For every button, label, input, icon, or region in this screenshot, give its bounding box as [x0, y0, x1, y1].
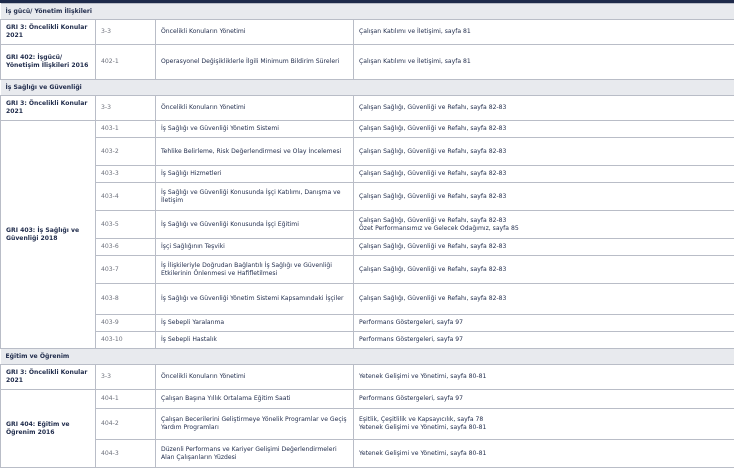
table-row: 403-5 İş Sağlığı ve Güvenliği Konusunda …: [1, 211, 734, 239]
reference-cell: Çalışan Sağlığı, Güvenliği ve Refahı, sa…: [354, 166, 734, 183]
disclosure-topic: İş Sağlığı ve Güvenliği Yönetim Sistemi …: [156, 284, 354, 315]
reference-line: Çalışan Sağlığı, Güvenliği ve Refahı, sa…: [359, 217, 729, 225]
section-title: İş gücü/ Yönetim İlişkileri: [1, 4, 734, 20]
table-row: 403-4 İş Sağlığı ve Güvenliği Konusunda …: [1, 183, 734, 211]
disclosure-code: 402-1: [96, 45, 156, 80]
disclosure-topic: Çalışan Becerilerini Geliştirmeye Yöneli…: [156, 409, 354, 440]
section-title: İş Sağlığı ve Güvenliği: [1, 80, 734, 96]
standard-cell: GRI 402: İşgücü/ Yönetişim İlişkileri 20…: [1, 45, 96, 80]
disclosure-code: 403-3: [96, 166, 156, 183]
disclosure-topic: Çalışan Başına Yıllık Ortalama Eğitim Sa…: [156, 390, 354, 409]
reference-cell: Çalışan Sağlığı, Güvenliği ve Refahı, sa…: [354, 284, 734, 315]
gri-index-table: İş gücü/ Yönetim İlişkileri GRI 3: Öncel…: [0, 3, 734, 468]
disclosure-code: 403-1: [96, 121, 156, 138]
table-row: 404-2 Çalışan Becerilerini Geliştirmeye …: [1, 409, 734, 440]
disclosure-topic: İş Sebepli Yaralanma: [156, 315, 354, 332]
reference-cell: Çalışan Sağlığı, Güvenliği ve Refahı, sa…: [354, 183, 734, 211]
reference-cell: Çalışan Sağlığı, Güvenliği ve Refahı, sa…: [354, 256, 734, 284]
reference-line: Yetenek Gelişimi ve Yönetimi, sayfa 80-8…: [359, 424, 729, 432]
standard-cell: GRI 403: İş Sağlığı ve Güvenliği 2018: [1, 121, 96, 349]
disclosure-topic: İş Sebepli Hastalık: [156, 332, 354, 349]
disclosure-code: 403-8: [96, 284, 156, 315]
disclosure-topic: Öncelikli Konuların Yönetimi: [156, 96, 354, 121]
reference-cell: Eşitlik, Çeşitlilik ve Kapsayıcılık, say…: [354, 409, 734, 440]
reference-cell: Çalışan Katılımı ve İletişimi, sayfa 81: [354, 45, 734, 80]
reference-cell: Yetenek Gelişimi ve Yönetimi, sayfa 80-8…: [354, 365, 734, 390]
disclosure-topic: İş Sağlığı ve Güvenliği Konusunda İşçi K…: [156, 183, 354, 211]
standard-cell: GRI 404: Eğitim ve Öğrenim 2016: [1, 390, 96, 468]
disclosure-code: 3-3: [96, 365, 156, 390]
reference-cell: Çalışan Sağlığı, Güvenliği ve Refahı, sa…: [354, 138, 734, 166]
reference-cell: Çalışan Sağlığı, Güvenliği ve Refahı, sa…: [354, 239, 734, 256]
reference-line: Eşitlik, Çeşitlilik ve Kapsayıcılık, say…: [359, 416, 729, 424]
disclosure-code: 403-10: [96, 332, 156, 349]
table-row: 403-9 İş Sebepli Yaralanma Performans Gö…: [1, 315, 734, 332]
table-row: GRI 404: Eğitim ve Öğrenim 2016 404-1 Ça…: [1, 390, 734, 409]
disclosure-code: 403-4: [96, 183, 156, 211]
standard-cell: GRI 3: Öncelikli Konular 2021: [1, 20, 96, 45]
reference-cell: Çalışan Sağlığı, Güvenliği ve Refahı, sa…: [354, 121, 734, 138]
table-row: 403-10 İş Sebepli Hastalık Performans Gö…: [1, 332, 734, 349]
reference-cell: Performans Göstergeleri, sayfa 97: [354, 315, 734, 332]
disclosure-topic: İş İlişkileriyle Doğrudan Bağlantılı İş …: [156, 256, 354, 284]
table-row: 403-2 Tehlike Belirleme, Risk Değerlendi…: [1, 138, 734, 166]
section-title: Eğitim ve Öğrenim: [1, 349, 734, 365]
section-header: İş gücü/ Yönetim İlişkileri: [1, 4, 734, 20]
disclosure-code: 3-3: [96, 20, 156, 45]
disclosure-topic: Operasyonel Değişikliklerle İlgili Minim…: [156, 45, 354, 80]
section-header: Eğitim ve Öğrenim: [1, 349, 734, 365]
disclosure-code: 3-3: [96, 96, 156, 121]
standard-cell: GRI 3: Öncelikli Konular 2021: [1, 365, 96, 390]
reference-cell: Çalışan Sağlığı, Güvenliği ve Refahı, sa…: [354, 211, 734, 239]
disclosure-code: 404-1: [96, 390, 156, 409]
table-row: GRI 3: Öncelikli Konular 2021 3-3 Önceli…: [1, 20, 734, 45]
table-row: 403-8 İş Sağlığı ve Güvenliği Yönetim Si…: [1, 284, 734, 315]
disclosure-code: 403-9: [96, 315, 156, 332]
disclosure-topic: İşçi Sağlığının Teşviki: [156, 239, 354, 256]
disclosure-topic: İş Sağlığı ve Güvenliği Konusunda İşçi E…: [156, 211, 354, 239]
disclosure-topic: Öncelikli Konuların Yönetimi: [156, 365, 354, 390]
table-row: GRI 3: Öncelikli Konular 2021 3-3 Önceli…: [1, 96, 734, 121]
disclosure-code: 403-2: [96, 138, 156, 166]
standard-cell: GRI 3: Öncelikli Konular 2021: [1, 96, 96, 121]
disclosure-topic: İş Sağlığı ve Güvenliği Yönetim Sistemi: [156, 121, 354, 138]
table-row: GRI 402: İşgücü/ Yönetişim İlişkileri 20…: [1, 45, 734, 80]
disclosure-topic: Öncelikli Konuların Yönetimi: [156, 20, 354, 45]
disclosure-topic: Tehlike Belirleme, Risk Değerlendirmesi …: [156, 138, 354, 166]
table-row: GRI 3: Öncelikli Konular 2021 3-3 Önceli…: [1, 365, 734, 390]
table-row: 403-3 İş Sağlığı Hizmetleri Çalışan Sağl…: [1, 166, 734, 183]
table-row: 403-6 İşçi Sağlığının Teşviki Çalışan Sa…: [1, 239, 734, 256]
disclosure-code: 403-6: [96, 239, 156, 256]
reference-cell: Çalışan Sağlığı, Güvenliği ve Refahı, sa…: [354, 96, 734, 121]
disclosure-code: 403-7: [96, 256, 156, 284]
table-row: 403-7 İş İlişkileriyle Doğrudan Bağlantı…: [1, 256, 734, 284]
reference-cell: Performans Göstergeleri, sayfa 97: [354, 332, 734, 349]
section-header: İş Sağlığı ve Güvenliği: [1, 80, 734, 96]
reference-cell: Performans Göstergeleri, sayfa 97: [354, 390, 734, 409]
table-row: GRI 403: İş Sağlığı ve Güvenliği 2018 40…: [1, 121, 734, 138]
reference-line: Özet Performansımız ve Gelecek Odağımız,…: [359, 225, 729, 233]
disclosure-code: 403-5: [96, 211, 156, 239]
reference-cell: Çalışan Katılımı ve İletişimi, sayfa 81: [354, 20, 734, 45]
disclosure-code: 404-2: [96, 409, 156, 440]
disclosure-topic: İş Sağlığı Hizmetleri: [156, 166, 354, 183]
